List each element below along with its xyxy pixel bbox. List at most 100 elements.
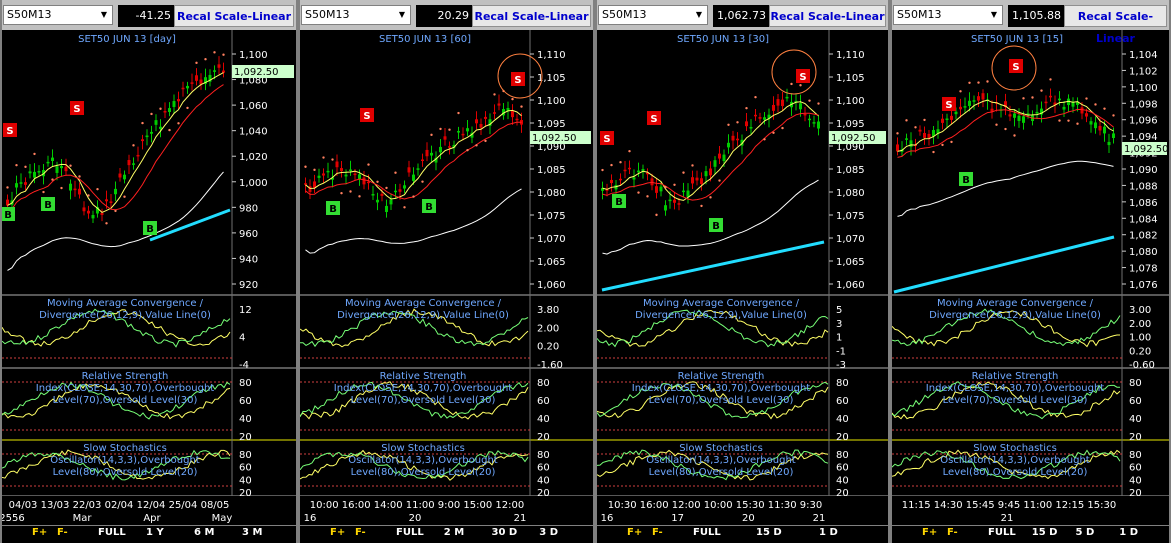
- price-tick: 1,085: [537, 165, 566, 176]
- svg-text:B: B: [44, 200, 52, 211]
- price-tick: 1,020: [239, 152, 268, 163]
- recal-scale-button[interactable]: Recal Scale-Linear: [769, 5, 886, 27]
- rsi-label: Index(CLOSE,14,30,70),Overbought: [632, 383, 810, 394]
- period-button-15d[interactable]: 15 D: [756, 527, 782, 538]
- last-price-label: 1,092.50: [831, 133, 876, 144]
- period-button-full[interactable]: FULL: [988, 527, 1016, 538]
- zoom-in-button[interactable]: F+: [330, 527, 345, 538]
- time-axis-labels: 11:15 14:30 15:45 9:45 11:00 12:15 15:30: [902, 500, 1116, 511]
- period-button-1d[interactable]: 1 D: [819, 527, 838, 538]
- macd-label: Divergence(26,12,9),Value Line(0): [39, 310, 211, 321]
- stoch-label: Level(80),Oversold Level(20): [351, 467, 496, 478]
- chart-title: SET50 JUN 13 [60]: [379, 34, 471, 45]
- chart-canvas[interactable]: SET50 JUN 13 [15] 1,104 1,102 1,100 1,098 1,0…: [892, 30, 1169, 526]
- sell-signal-icon: S: [70, 101, 84, 115]
- parabolic-sar: [601, 82, 820, 217]
- stoch-label: Oscillator(14,3,3),Overbought: [940, 455, 1090, 466]
- zoom-in-button[interactable]: F+: [32, 527, 47, 538]
- period-toolbar: F+ F- FULL 2 M 30 D 3 D: [300, 525, 593, 543]
- symbol-select[interactable]: S50M13 ▼: [301, 5, 411, 25]
- macd-label: Moving Average Convergence /: [643, 298, 800, 309]
- price-tick: 1,000: [239, 178, 268, 189]
- stoch-tick: 80: [836, 450, 849, 461]
- stoch-label: Oscillator(14,3,3),Overbought: [348, 455, 498, 466]
- chevron-down-icon[interactable]: ▼: [988, 8, 1000, 22]
- sell-signal-icon: S: [3, 123, 17, 137]
- period-button-1d[interactable]: 1 D: [1119, 527, 1138, 538]
- time-axis-sublabel: 21: [1001, 513, 1014, 524]
- zoom-in-button[interactable]: F+: [627, 527, 642, 538]
- macd-label: Divergence(26,12,9),Value Line(0): [929, 310, 1101, 321]
- svg-text:S: S: [603, 134, 610, 145]
- chart-panel-1[interactable]: S50M13 ▼ -41.25 Recal Scale-Linear SET50 JUN…: [0, 0, 298, 543]
- svg-text:B: B: [146, 224, 154, 235]
- period-button-3m[interactable]: 3 M: [242, 527, 262, 538]
- chart-canvas[interactable]: SET50 JUN 13 [30] 1,110 1,105 1,100 1,095 1,0…: [597, 30, 888, 526]
- rsi-label: Index(CLOSE,14,30,70),Overbought: [926, 383, 1104, 394]
- symbol-select[interactable]: S50M13 ▼: [893, 5, 1003, 25]
- period-button-3d[interactable]: 3 D: [539, 527, 558, 538]
- time-axis-sublabel: 20: [742, 513, 755, 524]
- rsi-pane: 80 60 40 20 Relative StrengthIndex(CLOSE,14,…: [597, 371, 849, 443]
- price-tick: 1,084: [1129, 214, 1158, 225]
- zoom-out-button[interactable]: F-: [652, 527, 663, 538]
- chart-canvas[interactable]: SET50 JUN 13 [60]1,1101,1051,1001,0951,0…: [300, 30, 593, 526]
- stoch-label: Level(80),Oversold Level(20): [649, 467, 794, 478]
- price-tick: 1,098: [1129, 99, 1158, 110]
- chevron-down-icon[interactable]: ▼: [396, 8, 408, 22]
- chart-panel-2[interactable]: S50M13 ▼ 20.29 Recal Scale-Linear SET50 JUN …: [298, 0, 595, 543]
- period-button-6m[interactable]: 6 M: [194, 527, 214, 538]
- time-axis-labels: 04/03 13/03 22/03 02/04 12/04 25/04 08/0…: [9, 500, 230, 511]
- zoom-in-button[interactable]: F+: [922, 527, 937, 538]
- chevron-down-icon[interactable]: ▼: [98, 8, 110, 22]
- panel-header: S50M13 ▼ 20.29 Recal Scale-Linear: [300, 0, 593, 30]
- change-value: 1,105.88: [1008, 5, 1064, 27]
- time-axis-sublabel: May: [212, 513, 233, 524]
- price-tick: 940: [239, 254, 258, 265]
- symbol-select[interactable]: S50M13 ▼: [3, 5, 113, 25]
- rsi-label: Relative Strength: [380, 371, 467, 382]
- zoom-out-button[interactable]: F-: [57, 527, 68, 538]
- period-button-15d[interactable]: 15 D: [1032, 527, 1058, 538]
- trend-line: [601, 240, 825, 292]
- price-tick: 1,060: [239, 101, 268, 112]
- stoch-tick: 80: [239, 450, 252, 461]
- ma-slow-line: [602, 179, 819, 255]
- ma-mid-line: [602, 112, 819, 201]
- symbol-label: S50M13: [897, 8, 942, 21]
- sell-signal-icon: S: [511, 72, 525, 86]
- svg-text:S: S: [1012, 62, 1019, 73]
- price-tick: 1,060: [537, 280, 566, 291]
- price-tick: 920: [239, 280, 258, 291]
- chevron-down-icon[interactable]: ▼: [693, 8, 705, 22]
- stoch-tick: 60: [537, 463, 550, 474]
- buy-signal-icon: B: [422, 199, 436, 213]
- rsi-label: Level(70),Oversold Level(30): [53, 395, 198, 406]
- period-button-30d[interactable]: 30 D: [492, 527, 518, 538]
- svg-text:B: B: [425, 202, 433, 213]
- recal-scale-button[interactable]: Recal Scale-Linear: [174, 5, 294, 27]
- chart-panel-4[interactable]: S50M13 ▼ 1,105.88 Recal Scale-Linear SET50 J…: [890, 0, 1171, 543]
- recal-scale-button[interactable]: Recal Scale-Linear: [1064, 5, 1167, 45]
- candlesticks: [304, 94, 523, 218]
- svg-text:S: S: [799, 72, 806, 83]
- period-button-full[interactable]: FULL: [396, 527, 424, 538]
- chart-panel-3[interactable]: S50M13 ▼ 1,062.73 Recal Scale-Linear SET50 J…: [595, 0, 890, 543]
- rsi-tick: 80: [537, 378, 550, 389]
- macd-tick: 1.00: [1129, 333, 1151, 344]
- period-button-5d[interactable]: 5 D: [1076, 527, 1095, 538]
- sell-signal-icon: S: [600, 131, 614, 145]
- svg-text:B: B: [962, 175, 970, 186]
- zoom-out-button[interactable]: F-: [355, 527, 366, 538]
- stoch-tick: 60: [836, 463, 849, 474]
- period-button-2m[interactable]: 2 M: [444, 527, 464, 538]
- period-button-1y[interactable]: 1 Y: [146, 527, 164, 538]
- zoom-out-button[interactable]: F-: [947, 527, 958, 538]
- recal-scale-button[interactable]: Recal Scale-Linear: [472, 5, 591, 27]
- symbol-select[interactable]: S50M13 ▼: [598, 5, 708, 25]
- period-button-full[interactable]: FULL: [693, 527, 721, 538]
- chart-canvas[interactable]: SET50 JUN 13 [day]1,1001,0801,0601,0401,…: [2, 30, 296, 526]
- svg-text:S: S: [945, 100, 952, 111]
- price-tick: 1,088: [1129, 181, 1158, 192]
- period-button-full[interactable]: FULL: [98, 527, 126, 538]
